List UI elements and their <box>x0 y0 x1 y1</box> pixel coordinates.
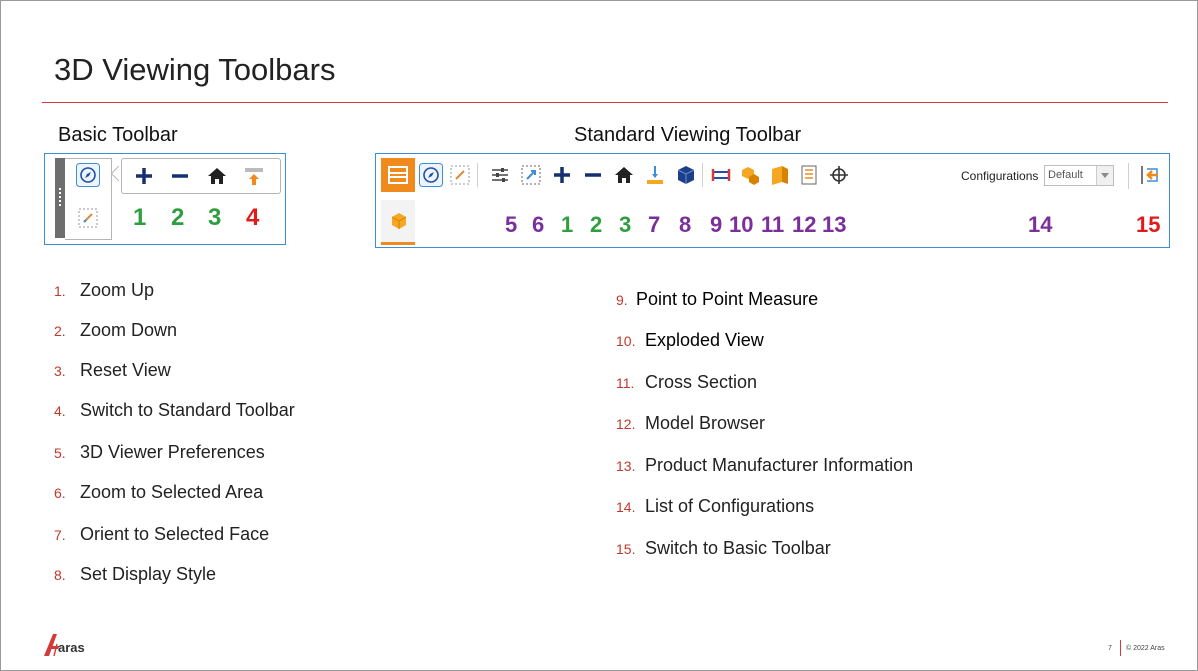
std-number-10: 10 <box>729 212 754 237</box>
preferences-compass-icon[interactable] <box>76 163 100 187</box>
home-icon[interactable] <box>205 164 229 188</box>
copyright: © 2022 Aras <box>1126 645 1165 652</box>
zoom-selected-icon[interactable] <box>519 163 543 187</box>
list-item: 10. Exploded View <box>616 330 764 350</box>
standard-toolbar-heading: Standard Viewing Toolbar <box>574 124 802 146</box>
exploded-view-icon[interactable] <box>738 163 762 187</box>
list-item: 1. Zoom Up <box>54 280 155 300</box>
toolbar-separator <box>1128 163 1129 189</box>
zoom-area-icon[interactable] <box>448 163 472 187</box>
list-item: 5. 3D Viewer Preferences <box>54 442 265 462</box>
cube-tab-icon <box>387 208 411 232</box>
std-number-15: 15 <box>1136 212 1161 237</box>
std-number-7: 7 <box>648 212 661 237</box>
std-number-14: 14 <box>1028 212 1053 237</box>
basic-number-4: 4 <box>246 204 260 231</box>
list-item: 9. Point to Point Measure <box>616 289 819 309</box>
std-number-6: 6 <box>532 212 545 237</box>
std-number-11: 11 <box>761 212 785 237</box>
switch-toolbar-icon[interactable] <box>242 164 266 188</box>
list-item: 13. Product Manufacturer Information <box>616 455 914 475</box>
basic-toolbar: 1 2 3 4 <box>44 153 286 245</box>
zoom-area-icon[interactable] <box>76 206 100 230</box>
basic-number-2: 2 <box>171 204 185 231</box>
list-item: 15. Switch to Basic Toolbar <box>616 538 831 558</box>
chevron-down-icon <box>1096 166 1113 185</box>
list-item: 8. Set Display Style <box>54 564 217 584</box>
toolbar-grip-handle[interactable] <box>55 158 65 238</box>
list-item: 14. List of Configurations <box>616 496 815 516</box>
model-view-tab[interactable] <box>381 200 415 245</box>
standard-viewing-toolbar: Configurations Default 5 6 1 2 3 7 8 9 1… <box>375 153 1170 248</box>
basic-toolbar-heading: Basic Toolbar <box>58 124 178 146</box>
slide-title: 3D Viewing Toolbars <box>54 52 336 87</box>
basic-number-1: 1 <box>133 204 147 231</box>
model-browser-icon[interactable] <box>797 163 821 187</box>
zoom-in-icon[interactable] <box>550 163 574 187</box>
toolbar-separator <box>477 163 478 187</box>
list-item: 3. Reset View <box>54 360 171 380</box>
pmi-crosshair-icon[interactable] <box>827 163 851 187</box>
sliders-icon[interactable] <box>488 163 512 187</box>
panel-toggle-button[interactable] <box>381 158 415 192</box>
basic-toolbar-popout <box>121 158 281 194</box>
list-item: 12. Model Browser <box>616 413 766 433</box>
std-number-3: 3 <box>619 212 632 237</box>
configurations-select[interactable]: Default <box>1044 165 1114 186</box>
list-item: 4. Switch to Standard Toolbar <box>54 400 295 420</box>
configurations-label: Configurations <box>961 169 1039 183</box>
list-item: 2. Zoom Down <box>54 320 178 340</box>
std-number-9: 9 <box>710 212 723 237</box>
display-style-cube-icon[interactable] <box>674 163 698 187</box>
zoom-out-icon[interactable] <box>581 163 605 187</box>
home-icon[interactable] <box>612 163 636 187</box>
list-item: 11. Cross Section <box>616 372 758 392</box>
panel-toggle-icon <box>386 163 410 187</box>
zoom-in-icon[interactable] <box>132 164 156 188</box>
page-number: 7 <box>1108 645 1112 652</box>
measure-icon[interactable] <box>709 163 733 187</box>
cross-section-icon[interactable] <box>768 163 792 187</box>
toolbar-separator <box>702 163 703 187</box>
zoom-out-icon[interactable] <box>168 164 192 188</box>
orient-face-icon[interactable] <box>643 163 667 187</box>
footer-divider <box>1120 640 1121 656</box>
basic-number-3: 3 <box>208 204 222 231</box>
title-divider <box>42 102 1168 103</box>
std-number-1: 1 <box>561 212 574 237</box>
std-number-13: 13 <box>822 212 847 237</box>
switch-basic-icon[interactable] <box>1138 163 1162 187</box>
configurations-select-value: Default <box>1048 169 1083 181</box>
preferences-compass-icon[interactable] <box>419 163 443 187</box>
std-number-12: 12 <box>792 212 817 237</box>
list-item: 6. Zoom to Selected Area <box>54 482 264 502</box>
logo-text: aras <box>58 640 85 655</box>
std-number-2: 2 <box>590 212 603 237</box>
list-item: 7. Orient to Selected Face <box>54 524 270 544</box>
std-number-5: 5 <box>505 212 518 237</box>
std-number-8: 8 <box>679 212 692 237</box>
